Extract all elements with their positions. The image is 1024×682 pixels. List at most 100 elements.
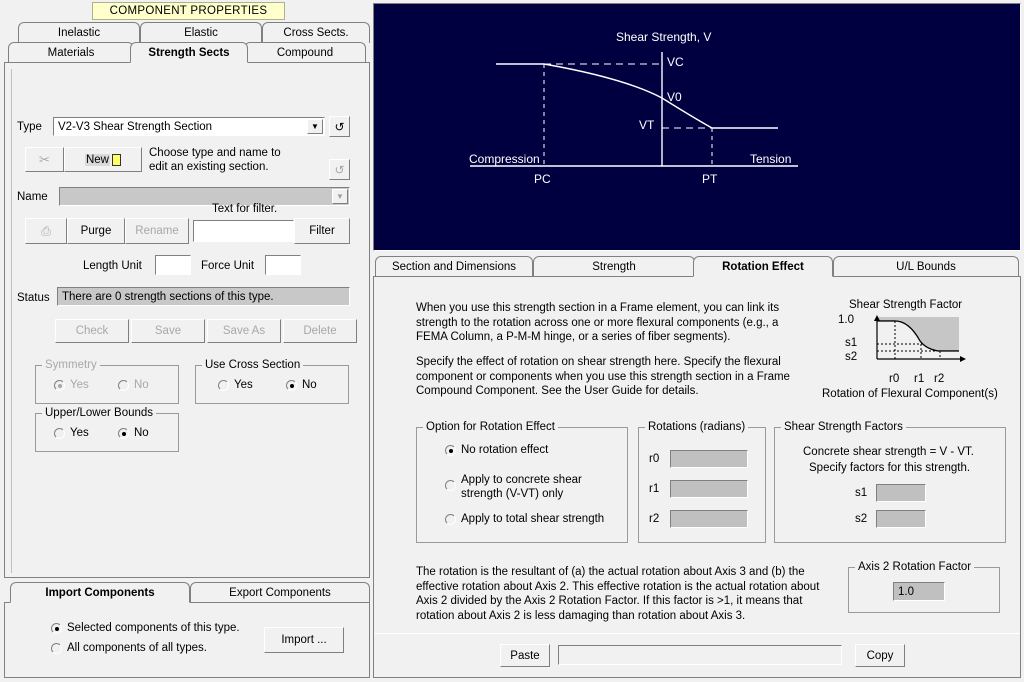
rename-button[interactable]: Rename: [125, 218, 189, 244]
import-tabrow: Import Components Export Components: [4, 582, 370, 603]
symmetry-no-label: No: [134, 379, 149, 391]
check-button-label: Check: [75, 325, 109, 337]
mini-chart-title: Shear Strength Factor: [849, 299, 963, 311]
print-button[interactable]: ⎙: [25, 218, 67, 244]
tab-strength[interactable]: Strength: [533, 256, 695, 277]
clipboard-input[interactable]: [558, 645, 842, 665]
upper-lower-bounds-no-label: No: [134, 427, 149, 439]
rename-button-label: Rename: [135, 225, 179, 237]
rotation-r2-input[interactable]: [670, 510, 749, 528]
tab-label: Import Components: [45, 586, 155, 599]
rotations-group-title: Rotations (radians): [645, 421, 749, 433]
option-rotation-effect-group: Option for Rotation Effect No rotation e…: [416, 421, 628, 543]
tab-compound[interactable]: Compound: [244, 42, 366, 63]
chart-label-tension: Tension: [750, 152, 792, 166]
force-unit-input[interactable]: [265, 255, 301, 275]
check-button[interactable]: Check: [55, 319, 129, 343]
tab-rotation-effect[interactable]: Rotation Effect: [693, 256, 833, 277]
chevron-down-icon[interactable]: ▼: [332, 189, 348, 204]
chart-label-compression: Compression: [469, 152, 540, 166]
save-as-button-label: Save As: [222, 325, 266, 337]
factors-note-line1: Concrete shear strength = V - VT.: [803, 446, 974, 458]
chevron-down-icon[interactable]: ▼: [307, 119, 323, 134]
factor-s2-input[interactable]: [876, 510, 927, 528]
hint-line-1: Choose type and name to: [149, 147, 281, 159]
length-unit-value: [156, 256, 159, 268]
mini-chart-svg: [874, 315, 966, 362]
type-select-value: V2-V3 Shear Strength Section: [58, 120, 213, 133]
length-unit-input[interactable]: [155, 255, 191, 275]
tab-import-components[interactable]: Import Components: [10, 582, 190, 603]
option-total-shear-radio[interactable]: Apply to total shear strength: [445, 513, 604, 525]
radio-dot-icon: [54, 427, 65, 439]
name-select[interactable]: ▼: [59, 187, 350, 206]
tab-label: Inelastic: [57, 27, 101, 39]
rotation-r1-input[interactable]: [670, 480, 749, 498]
import-button[interactable]: Import ...: [264, 627, 344, 653]
import-selected-radio[interactable]: Selected components of this type.: [51, 622, 240, 634]
purge-button[interactable]: Purge: [67, 218, 125, 244]
tab-label: Compound: [276, 47, 334, 59]
symmetry-no-radio[interactable]: No: [118, 379, 149, 391]
new-section-button[interactable]: New: [64, 147, 142, 172]
filter-button[interactable]: Filter: [294, 218, 350, 244]
cut-section-button[interactable]: ✂: [25, 147, 64, 172]
refresh-name-button[interactable]: ↺: [329, 159, 350, 180]
symmetry-yes-radio[interactable]: Yes: [54, 379, 89, 391]
type-label: Type: [17, 121, 42, 133]
use-cross-section-yes-radio[interactable]: Yes: [218, 379, 253, 391]
rotation-row-r1: r1: [649, 480, 749, 498]
tab-inelastic[interactable]: Inelastic: [18, 22, 140, 43]
window-title-banner: COMPONENT PROPERTIES: [92, 2, 285, 20]
save-button[interactable]: Save: [131, 319, 205, 343]
radio-dot-icon: [218, 379, 229, 391]
tab-elastic[interactable]: Elastic: [140, 22, 262, 43]
tab-materials[interactable]: Materials: [8, 42, 134, 63]
type-select[interactable]: V2-V3 Shear Strength Section ▼: [53, 117, 325, 136]
refresh-type-button[interactable]: ↺: [329, 116, 350, 137]
chart-ytick-vt: VT: [639, 118, 655, 132]
tab-label: Rotation Effect: [722, 260, 804, 273]
tab-section-and-dimensions[interactable]: Section and Dimensions: [375, 256, 533, 277]
tab-export-components[interactable]: Export Components: [190, 582, 370, 603]
tab-cross-sects[interactable]: Cross Sects.: [262, 22, 370, 43]
force-unit-value: [266, 256, 269, 268]
use-cross-section-no-radio[interactable]: No: [286, 379, 317, 391]
mini-chart-xtick-r1: r1: [914, 373, 925, 385]
tab-label: U/L Bounds: [896, 261, 956, 273]
copy-button[interactable]: Copy: [855, 644, 905, 667]
import-all-label: All components of all types.: [67, 642, 207, 654]
symmetry-group-title: Symmetry: [42, 359, 100, 371]
mini-chart-ytick-s1: s1: [845, 337, 858, 349]
purge-button-label: Purge: [80, 225, 112, 237]
name-label: Name: [17, 191, 48, 203]
radio-dot-icon: [118, 427, 129, 439]
paste-button[interactable]: Paste: [500, 644, 550, 667]
filter-input[interactable]: [193, 220, 294, 242]
left-panel: Inelastic Elastic Cross Sects. Materials…: [4, 22, 370, 578]
upper-lower-bounds-yes-radio[interactable]: Yes: [54, 427, 89, 439]
rotation-r0-input[interactable]: [670, 450, 749, 468]
tab-label: Export Components: [229, 587, 331, 599]
save-as-button[interactable]: Save As: [207, 319, 281, 343]
import-panel-body: Selected components of this type. All co…: [4, 602, 370, 678]
axis2-rotation-factor-input[interactable]: 1.0: [893, 582, 945, 601]
tab-label: Cross Sects.: [283, 27, 349, 39]
import-all-radio[interactable]: All components of all types.: [51, 642, 207, 654]
chart-xtick-pc: PC: [534, 172, 551, 186]
refresh-icon: ↺: [334, 162, 345, 177]
tab-ul-bounds[interactable]: U/L Bounds: [833, 256, 1019, 277]
shear-strength-factors-group: Shear Strength Factors Concrete shear st…: [774, 421, 1006, 543]
upper-lower-bounds-no-radio[interactable]: No: [118, 427, 149, 439]
scissors-icon: ✂: [39, 151, 50, 167]
rotation-effect-paragraph-2: Specify the effect of rotation on shear …: [416, 356, 790, 397]
chart-ytick-v0: V0: [667, 90, 682, 104]
rotation-r2-label: r2: [649, 513, 660, 526]
option-no-rotation-effect-label: No rotation effect: [461, 444, 549, 456]
factor-s1-input[interactable]: [876, 484, 927, 502]
option-no-rotation-effect-radio[interactable]: No rotation effect: [445, 444, 548, 456]
tab-strength-sects[interactable]: Strength Sects: [130, 42, 248, 63]
option-concrete-shear-radio[interactable]: Apply to concrete shear strength (V-VT) …: [445, 473, 582, 501]
upper-lower-bounds-yes-label: Yes: [70, 427, 89, 439]
delete-button[interactable]: Delete: [283, 319, 357, 343]
